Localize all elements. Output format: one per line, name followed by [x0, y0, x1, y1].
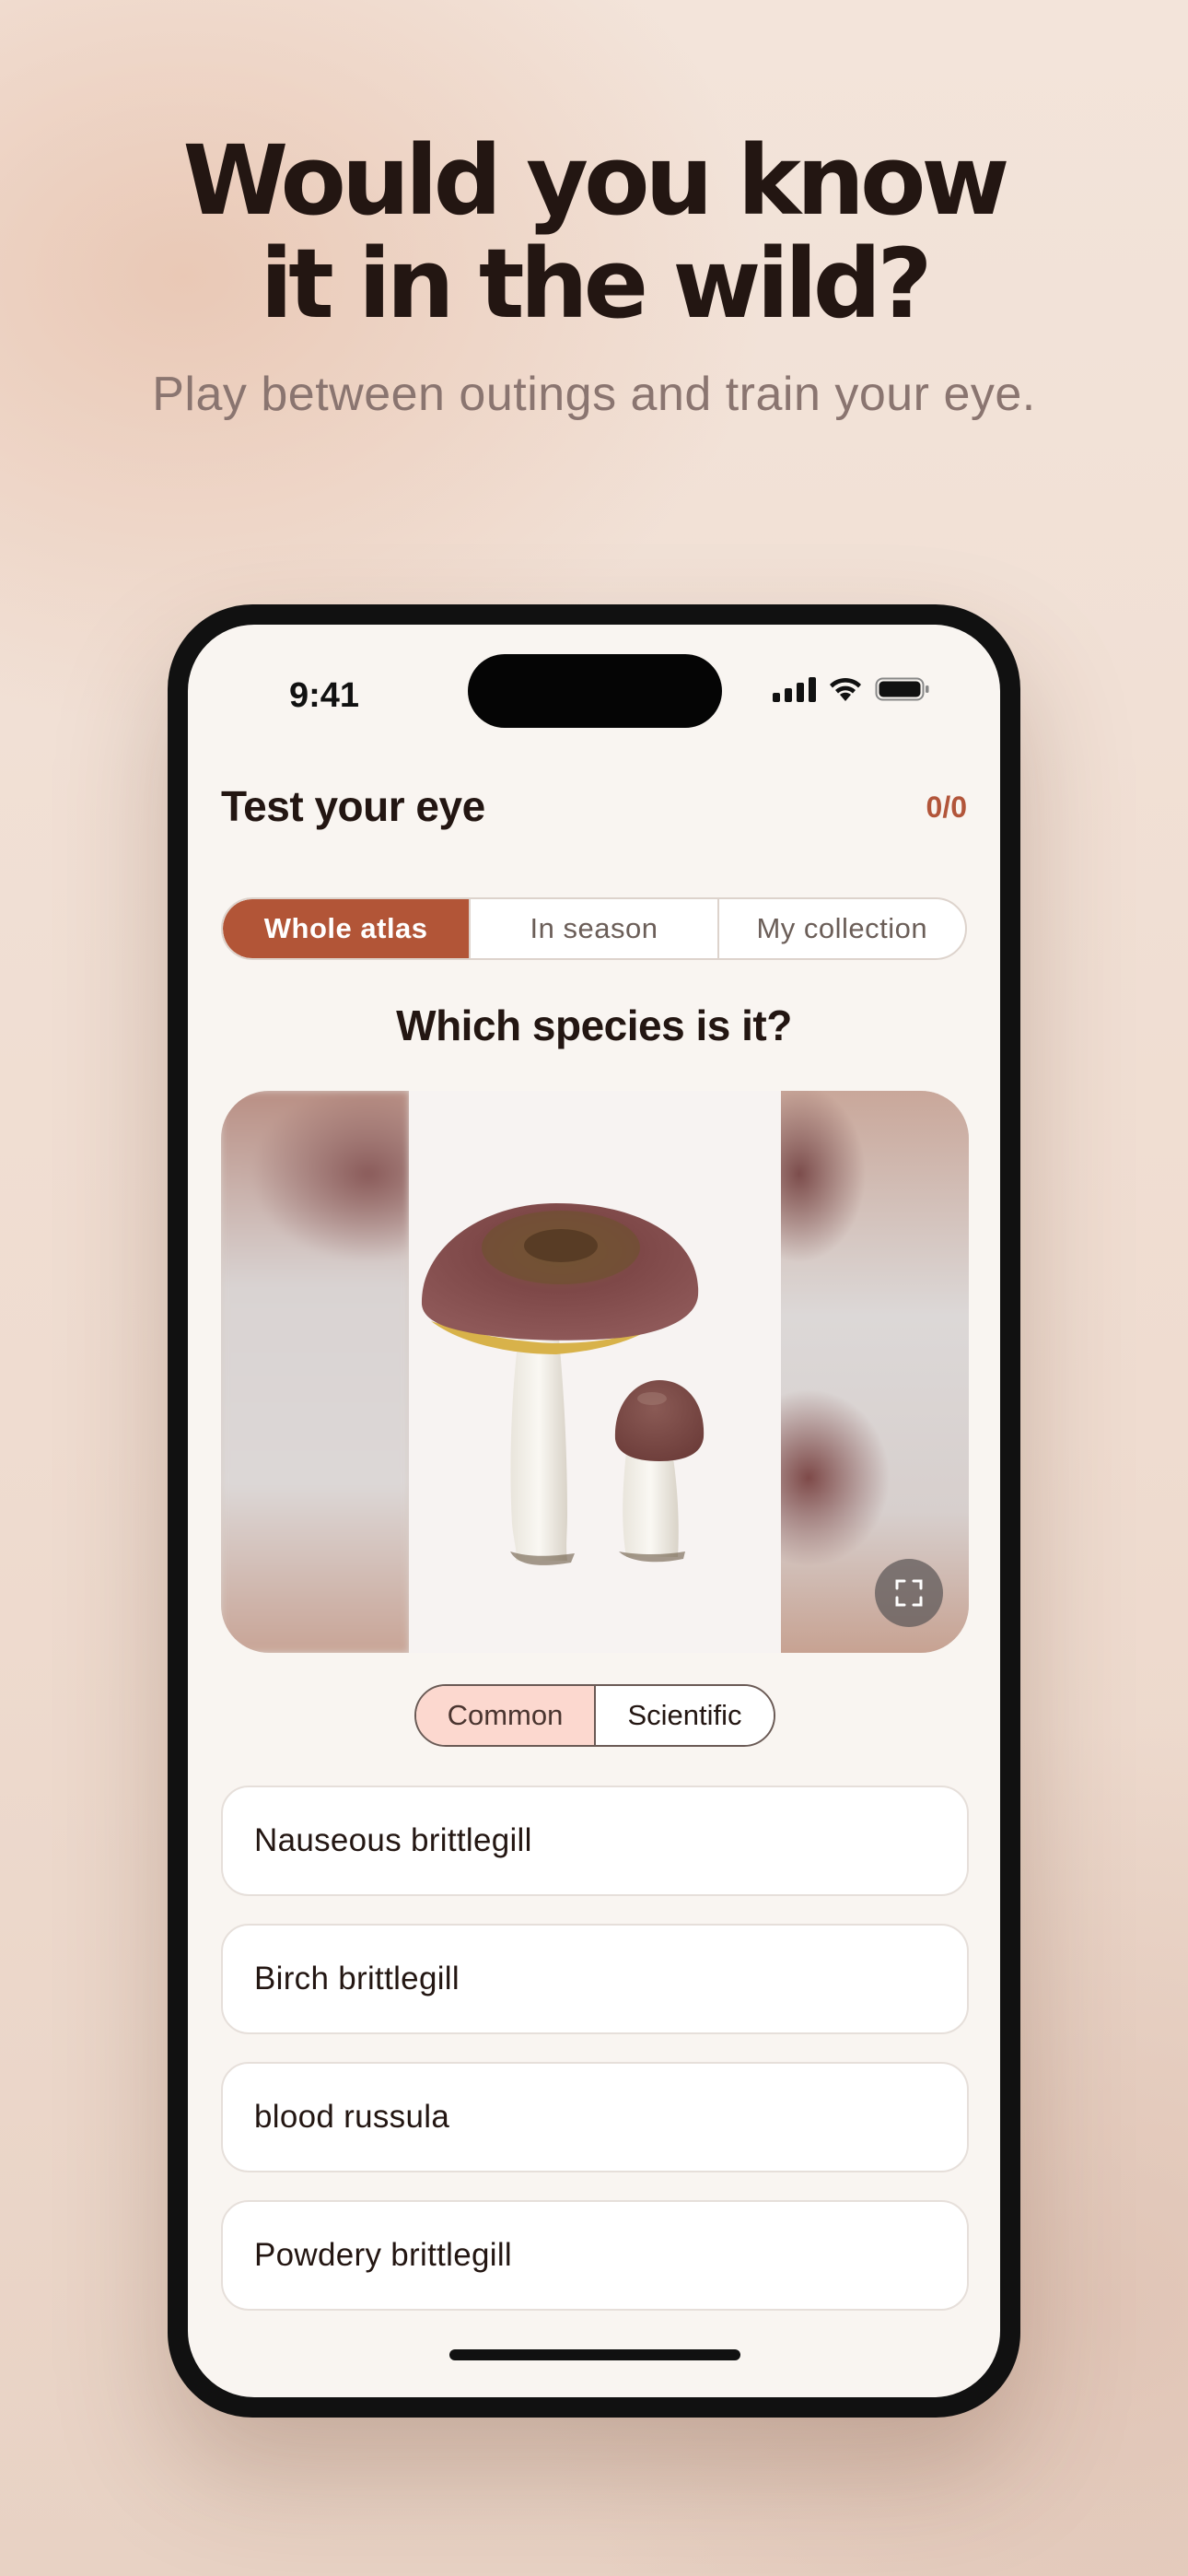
- previous-image-preview[interactable]: [221, 1091, 409, 1653]
- mushroom-image: [409, 1091, 783, 1653]
- expand-image-button[interactable]: [875, 1559, 943, 1627]
- tab-whole-atlas[interactable]: Whole atlas: [223, 899, 470, 958]
- answer-option-3[interactable]: blood russula: [221, 2062, 969, 2172]
- battery-icon: [875, 675, 930, 703]
- app-screen: 9:41 Test your eye 0/0 Whole atlas In se…: [188, 625, 1000, 2397]
- answer-option-2[interactable]: Birch brittlegill: [221, 1924, 969, 2034]
- answer-option-4[interactable]: Powdery brittlegill: [221, 2200, 969, 2311]
- headline-line-1: Would you know: [182, 124, 1009, 237]
- wifi-icon: [827, 675, 864, 703]
- headline-line-2: it in the wild?: [260, 228, 932, 340]
- home-indicator[interactable]: [449, 2349, 740, 2360]
- tab-my-collection[interactable]: My collection: [716, 899, 965, 958]
- image-carousel[interactable]: [221, 1091, 969, 1653]
- status-time: 9:41: [289, 676, 360, 715]
- tab-in-season[interactable]: In season: [469, 899, 716, 958]
- promo-subtitle: Play between outings and train your eye.: [152, 368, 1036, 421]
- status-icons: [773, 671, 930, 708]
- dynamic-island: [468, 654, 722, 728]
- question-text: Which species is it?: [396, 1001, 792, 1049]
- scope-segmented-control: Whole atlas In season My collection: [221, 897, 967, 960]
- phone-frame: 9:41 Test your eye 0/0 Whole atlas In se…: [168, 604, 1020, 2418]
- name-type-toggle: Common Scientific: [414, 1684, 775, 1747]
- next-image-preview[interactable]: [781, 1091, 969, 1653]
- expand-icon: [895, 1579, 923, 1607]
- score-counter: 0/0: [926, 790, 967, 824]
- answer-option-1[interactable]: Nauseous brittlegill: [221, 1786, 969, 1896]
- answer-list: Nauseous brittlegill Birch brittlegill b…: [221, 1786, 969, 2338]
- common-name-option[interactable]: Common: [416, 1686, 596, 1745]
- promo-headline: Would you know it in the wild?: [0, 129, 1188, 335]
- scientific-name-option[interactable]: Scientific: [596, 1686, 774, 1745]
- page-title: Test your eye: [221, 782, 485, 830]
- cellular-signal-icon: [773, 676, 816, 702]
